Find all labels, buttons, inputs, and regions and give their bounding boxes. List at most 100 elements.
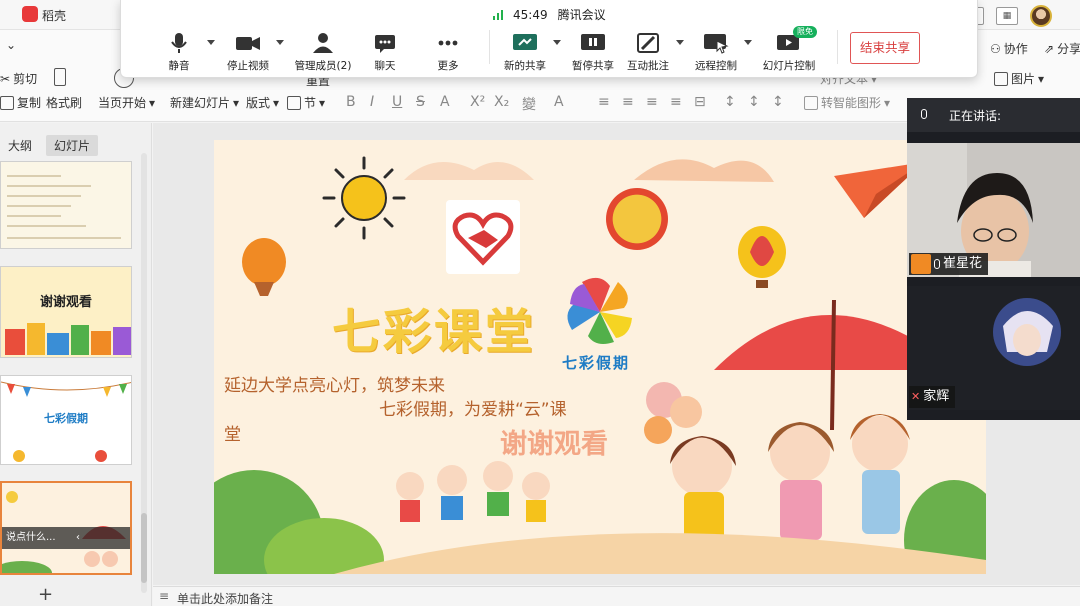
smart-graphic-button[interactable]: 转智能图形 ▾	[804, 94, 890, 111]
chevron-left-icon[interactable]: ‹	[76, 527, 80, 549]
video-tile-2[interactable]: ✕ 家辉	[907, 286, 1080, 410]
superscript-button[interactable]: X²	[470, 94, 485, 110]
line-spacing-icon[interactable]: ↕	[724, 94, 736, 110]
screen-share-icon	[513, 34, 537, 50]
comment-tooltip[interactable]: 说点什么... ‹	[2, 527, 130, 549]
section-icon	[287, 95, 301, 110]
mute-button[interactable]: 静音	[139, 32, 219, 73]
annotate-pen-icon	[637, 33, 659, 53]
toolbar-divider	[837, 30, 838, 64]
video-camera-icon	[236, 37, 260, 50]
slide-thumbnail-thanks[interactable]: 谢谢观看	[0, 266, 132, 358]
slide-subtitle-line2[interactable]: 七彩假期，为爱耕“云”课	[379, 395, 567, 420]
share-button[interactable]: ⇗ 分享	[1044, 40, 1080, 57]
slide-thumbnail-current[interactable]: 说点什么... ‹	[0, 481, 132, 575]
layout-button[interactable]: 版式 ▾	[246, 94, 279, 111]
quiz-lines-graphic	[7, 175, 121, 239]
font-color-button[interactable]: A	[440, 94, 450, 110]
tab-slides[interactable]: 幻灯片	[46, 134, 99, 156]
justify-icon[interactable]: ≡	[670, 94, 682, 110]
meeting-toolbar: 45:49 腾讯会议 静音 停止视频 管理成员(2) 聊天 更多 新的共享 暂停…	[120, 0, 978, 78]
phonetic-button[interactable]: 變	[522, 94, 536, 114]
copy-button[interactable]: 复制	[0, 94, 41, 111]
sun-graphic	[322, 156, 406, 240]
video-tile-1[interactable]: 崔星花	[907, 143, 1080, 277]
slide-subtitle-line3[interactable]: 堂	[224, 420, 241, 445]
free-badge: 限免	[793, 26, 817, 38]
thumb-brand: 七彩假期	[44, 412, 88, 425]
participant-name-tag-1: 崔星花	[909, 253, 989, 275]
from-current-button[interactable]: 当页开始 ▾	[98, 94, 155, 111]
mic-icon	[934, 259, 940, 269]
meeting-status: 45:49 腾讯会议	[493, 6, 606, 23]
meeting-app-title: 腾讯会议	[557, 8, 606, 22]
brand-label: 七彩假期	[562, 354, 631, 372]
tab-outline[interactable]: 大纲	[0, 135, 40, 156]
highlight-button[interactable]: A	[554, 94, 564, 110]
home-dropdown[interactable]: ⌄	[6, 38, 16, 52]
slide-subtitle-line1[interactable]: 延边大学点亮心灯，筑梦未来	[224, 371, 445, 396]
share-icon: ⇗	[1044, 41, 1055, 56]
strikethrough-button[interactable]: S	[416, 94, 425, 110]
grid-view-icon[interactable]: ▦	[996, 7, 1018, 25]
cut-button[interactable]: ✂ 剪切	[0, 70, 37, 87]
scissors-icon: ✂	[0, 71, 11, 86]
notes-icon: ≡	[159, 589, 170, 603]
underline-button[interactable]: U	[392, 94, 402, 110]
bold-button[interactable]: B	[346, 94, 356, 110]
docer-logo-icon	[22, 6, 38, 22]
mic-muted-icon: ✕	[911, 390, 921, 403]
align-center-icon[interactable]: ≡	[622, 94, 634, 110]
remote-control-button[interactable]: 远程控制	[676, 32, 756, 73]
charity-logo	[446, 200, 520, 274]
subscript-button[interactable]: X₂	[494, 94, 509, 110]
mic-icon	[921, 109, 927, 119]
distribute-icon[interactable]: ⊟	[694, 94, 706, 110]
children-graphic	[670, 414, 910, 554]
network-signal-icon	[493, 9, 503, 20]
section-button[interactable]: 节 ▾	[287, 94, 325, 111]
app-name: 稻壳	[42, 9, 67, 23]
copy-icon	[0, 95, 14, 110]
avatar[interactable]	[1030, 5, 1052, 27]
italic-button[interactable]: I	[370, 94, 374, 110]
indent-icon[interactable]: ↕	[772, 94, 784, 110]
slide-thumbnail-quiz[interactable]	[0, 161, 132, 249]
slideshow-control-button[interactable]: 限免 幻灯片控制	[749, 26, 829, 73]
notes-bar[interactable]: ≡ 单击此处添加备注	[153, 586, 1080, 606]
panel-tabs: 大纲 幻灯片	[0, 134, 99, 156]
notes-placeholder[interactable]: 单击此处添加备注	[177, 590, 273, 606]
more-button[interactable]: 更多	[408, 32, 488, 73]
youth-league-emblem-icon	[606, 188, 668, 250]
participant-name-tag-2: ✕ 家辉	[909, 386, 956, 408]
picture-button[interactable]: 图片 ▾	[994, 70, 1044, 87]
new-slide-button[interactable]: 新建幻灯片 ▾	[170, 94, 239, 111]
picture-icon	[994, 71, 1008, 86]
align-right-icon[interactable]: ≡	[646, 94, 658, 110]
meeting-timer: 45:49	[513, 7, 548, 22]
remote-control-icon	[704, 34, 729, 54]
align-left-icon[interactable]: ≡	[598, 94, 610, 110]
toy-bricks-graphic	[5, 323, 131, 355]
pinwheel-logo	[567, 277, 632, 344]
current-slide[interactable]: 七彩课堂 七彩假期 延边大学点亮心灯，筑梦未来 七彩假期，为爱耕“云”课 堂 谢…	[214, 140, 986, 574]
more-dots-icon	[438, 40, 458, 46]
add-slide-button[interactable]: +	[38, 584, 53, 605]
small-kids-graphic	[396, 461, 550, 522]
stop-video-button[interactable]: 停止视频	[208, 32, 288, 73]
speaking-header: 正在讲话:	[907, 98, 1080, 132]
chat-bubble-icon	[375, 35, 395, 53]
collaborate-button[interactable]: ⚇ 协作	[990, 40, 1028, 57]
host-person-icon	[911, 254, 931, 274]
person-add-icon: ⚇	[990, 41, 1001, 56]
microphone-icon	[171, 33, 187, 53]
person-icon	[313, 33, 333, 53]
format-painter-button[interactable]: 格式刷	[46, 94, 82, 111]
slide-thanks-text[interactable]: 谢谢观看	[500, 422, 608, 461]
slide-title[interactable]: 七彩课堂	[332, 292, 536, 362]
slide-thumbnail-brand[interactable]: 七彩假期	[0, 375, 132, 465]
paragraph-spacing-icon[interactable]: ↕	[748, 94, 760, 110]
smart-graphic-icon	[804, 95, 818, 110]
end-share-button[interactable]: 结束共享	[850, 32, 920, 64]
panel-scrollbar-thumb[interactable]	[141, 513, 147, 583]
